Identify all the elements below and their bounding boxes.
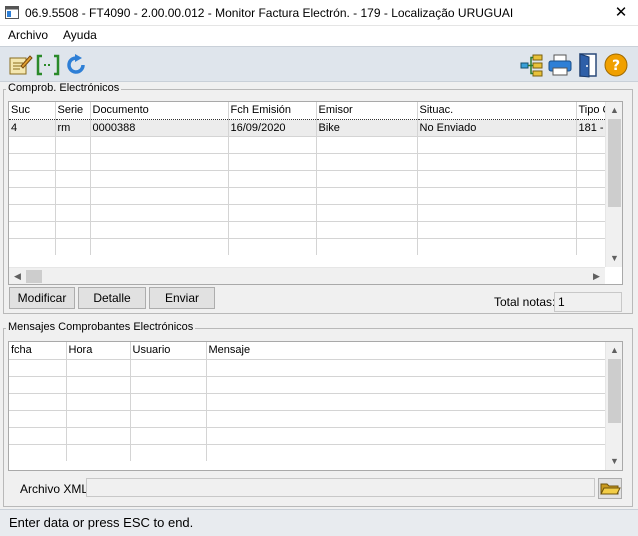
- menu-ayuda[interactable]: Ayuda: [63, 28, 97, 42]
- exit-door-icon[interactable]: [575, 52, 601, 78]
- help-icon[interactable]: ?: [603, 52, 629, 78]
- enviar-button[interactable]: Enviar: [149, 287, 215, 309]
- empty-row: [9, 409, 608, 427]
- column-header-usuario[interactable]: Usuario: [130, 342, 207, 359]
- app-window-icon: [5, 6, 19, 19]
- open-folder-icon[interactable]: [598, 478, 622, 499]
- comprobantes-header-row: Suc Serie Documento Fch Emisión Emisor S…: [9, 102, 610, 119]
- cell-fch-emision[interactable]: 16/09/2020: [228, 118, 317, 137]
- total-notas-field: 1: [554, 292, 622, 312]
- mensajes-grid[interactable]: fcha Hora Usuario Mensaje ▲ ▼: [8, 341, 623, 471]
- scroll-up-icon[interactable]: ▲: [606, 102, 622, 119]
- mensajes-header-row: fcha Hora Usuario Mensaje: [9, 342, 608, 359]
- printer-icon[interactable]: [547, 52, 573, 78]
- comprobantes-horizontal-scrollbar[interactable]: ◀ ▶: [9, 267, 605, 284]
- document-edit-icon[interactable]: [7, 52, 33, 78]
- mensajes-group-label: Mensajes Comprobantes Electrónicos: [6, 321, 196, 333]
- archivo-xml-field[interactable]: [86, 478, 595, 497]
- column-header-serie[interactable]: Serie: [55, 102, 91, 119]
- empty-row: [9, 152, 610, 170]
- empty-row: [9, 203, 610, 221]
- comprobantes-group-label: Comprob. Electrónicos: [6, 82, 122, 94]
- title-bar: 06.9.5508 - FT4090 - 2.00.00.012 - Monit…: [0, 0, 638, 26]
- scroll-left-icon[interactable]: ◀: [9, 268, 26, 284]
- empty-row: [9, 135, 610, 153]
- tree-icon[interactable]: [519, 52, 545, 78]
- column-header-fcha[interactable]: fcha: [9, 342, 67, 359]
- total-notas-label: Total notas:: [494, 295, 556, 309]
- scroll-right-icon[interactable]: ▶: [588, 268, 605, 284]
- menu-bar: Archivo Ayuda: [0, 26, 638, 46]
- detalle-button[interactable]: Detalle: [78, 287, 146, 309]
- status-bar: Enter data or press ESC to end.: [0, 509, 638, 536]
- scroll-thumb[interactable]: [608, 359, 621, 423]
- toolbar: ?: [0, 46, 638, 82]
- column-header-hora[interactable]: Hora: [66, 342, 131, 359]
- empty-row: [9, 358, 608, 376]
- column-header-situac[interactable]: Situac.: [417, 102, 577, 119]
- table-row[interactable]: 4 rm 0000388 16/09/2020 Bike No Enviado …: [9, 118, 610, 137]
- empty-row: [9, 392, 608, 410]
- cell-documento[interactable]: 0000388: [90, 118, 229, 137]
- cell-situac[interactable]: No Enviado: [417, 118, 577, 137]
- scroll-up-icon[interactable]: ▲: [606, 342, 622, 359]
- column-header-emisor[interactable]: Emisor: [316, 102, 418, 119]
- empty-row: [9, 186, 610, 204]
- modificar-button[interactable]: Modificar: [9, 287, 75, 309]
- close-button[interactable]: ✕: [604, 0, 638, 26]
- scroll-thumb[interactable]: [608, 119, 621, 207]
- window-title: 06.9.5508 - FT4090 - 2.00.00.012 - Monit…: [25, 6, 514, 20]
- empty-row: [9, 375, 608, 393]
- empty-row: [9, 426, 608, 444]
- svg-text:?: ?: [612, 58, 620, 74]
- cell-emisor[interactable]: Bike: [316, 118, 418, 137]
- cell-suc[interactable]: 4: [9, 118, 56, 137]
- empty-row: [9, 237, 610, 255]
- archivo-xml-label: Archivo XML:: [20, 482, 92, 496]
- column-header-fch-emision[interactable]: Fch Emisión: [228, 102, 317, 119]
- comprobantes-vertical-scrollbar[interactable]: ▲ ▼: [605, 102, 622, 267]
- column-header-mensaje[interactable]: Mensaje: [206, 342, 608, 359]
- scroll-thumb[interactable]: [26, 270, 42, 283]
- empty-row: [9, 220, 610, 238]
- cell-serie[interactable]: rm: [55, 118, 91, 137]
- scroll-down-icon[interactable]: ▼: [606, 250, 622, 267]
- column-header-documento[interactable]: Documento: [90, 102, 229, 119]
- empty-row: [9, 443, 608, 461]
- column-header-suc[interactable]: Suc: [9, 102, 56, 119]
- comprobantes-grid[interactable]: Suc Serie Documento Fch Emisión Emisor S…: [8, 101, 623, 285]
- bracket-select-icon[interactable]: [35, 52, 61, 78]
- refresh-icon[interactable]: [63, 52, 89, 78]
- mensajes-vertical-scrollbar[interactable]: ▲ ▼: [605, 342, 622, 470]
- menu-archivo[interactable]: Archivo: [8, 28, 48, 42]
- empty-row: [9, 169, 610, 187]
- scroll-down-icon[interactable]: ▼: [606, 453, 622, 470]
